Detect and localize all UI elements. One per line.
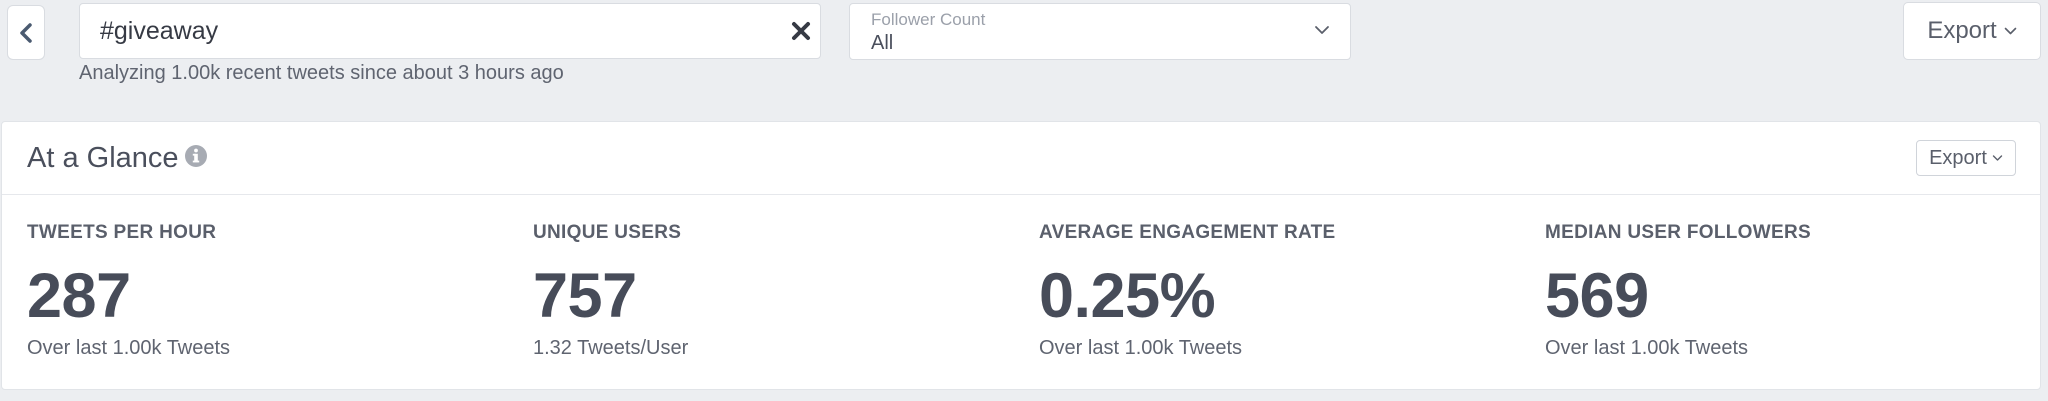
stat-median-user-followers: Median user followers 569 Over last 1.00… (1545, 222, 2025, 360)
stat-note: 1.32 Tweets/User (533, 337, 689, 359)
card-header: At a Glance Export (2, 122, 2040, 195)
stat-value: 757 (533, 261, 637, 331)
chevron-left-icon (20, 22, 32, 43)
stat-label: Tweets per hour (27, 222, 217, 243)
card-export-label: Export (1929, 146, 1987, 169)
info-icon[interactable] (184, 144, 208, 168)
stat-label: Median user followers (1545, 222, 1811, 243)
stat-label: Average engagement rate (1039, 222, 1336, 243)
export-button[interactable]: Export (1903, 2, 2041, 60)
search-input[interactable] (100, 4, 760, 58)
stat-note: Over last 1.00k Tweets (27, 337, 231, 359)
card-title: At a Glance (27, 142, 179, 174)
stat-label: Unique users (533, 222, 682, 243)
stat-note: Over last 1.00k Tweets (1039, 337, 1243, 359)
search-box (79, 3, 821, 59)
chevron-down-icon (1315, 26, 1329, 34)
follower-count-select[interactable]: Follower Count All (849, 3, 1351, 60)
back-button[interactable] (7, 5, 45, 60)
analysis-caption: Analyzing 1.00k recent tweets since abou… (79, 62, 564, 84)
stat-unique-users: Unique users 757 1.32 Tweets/User (533, 222, 1013, 360)
stat-note: Over last 1.00k Tweets (1545, 337, 1749, 359)
stat-tweets-per-hour: Tweets per hour 287 Over last 1.00k Twee… (27, 222, 507, 360)
chevron-down-icon (2004, 27, 2016, 35)
at-a-glance-card: At a Glance Export Tweets per hour 287 O… (1, 121, 2041, 390)
stat-average-engagement-rate: Average engagement rate 0.25% Over last … (1039, 222, 1519, 360)
stat-value: 569 (1545, 261, 1649, 331)
close-icon[interactable] (790, 20, 812, 42)
follower-count-value: All (871, 32, 894, 54)
card-export-button[interactable]: Export (1916, 140, 2016, 176)
stat-value: 0.25% (1039, 261, 1216, 331)
stat-value: 287 (27, 261, 131, 331)
export-button-label: Export (1927, 17, 1997, 44)
chevron-down-icon (1992, 155, 2003, 161)
follower-count-label: Follower Count (871, 10, 986, 29)
